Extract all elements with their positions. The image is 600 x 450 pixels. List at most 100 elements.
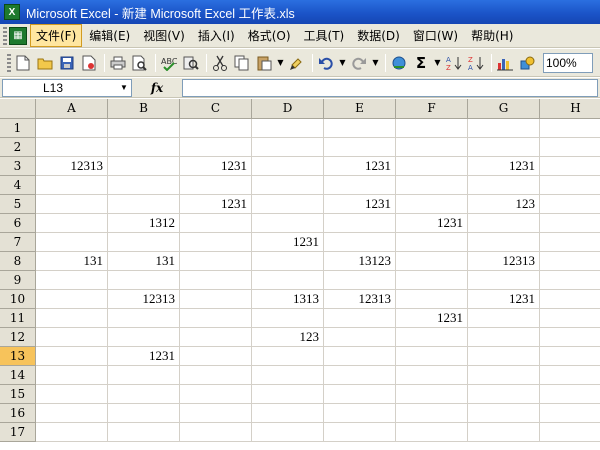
cell-B6[interactable]: 1312 xyxy=(108,214,180,233)
cell-D15[interactable] xyxy=(252,385,324,404)
cell-B8[interactable]: 131 xyxy=(108,252,180,271)
cell-E2[interactable] xyxy=(324,138,396,157)
menu-grip-handle[interactable] xyxy=(3,26,7,45)
cell-A3[interactable]: 12313 xyxy=(36,157,108,176)
cell-G6[interactable] xyxy=(468,214,540,233)
new-document-icon[interactable] xyxy=(13,53,33,73)
cell-D4[interactable] xyxy=(252,176,324,195)
cell-A6[interactable] xyxy=(36,214,108,233)
cell-G13[interactable] xyxy=(468,347,540,366)
cell-D1[interactable] xyxy=(252,119,324,138)
column-header[interactable]: H xyxy=(540,99,600,119)
cell-G10[interactable]: 1231 xyxy=(468,290,540,309)
cell-F12[interactable] xyxy=(396,328,468,347)
cell-F1[interactable] xyxy=(396,119,468,138)
cell-H7[interactable] xyxy=(540,233,600,252)
menu-item[interactable]: 格式(O) xyxy=(242,24,297,47)
cell-C12[interactable] xyxy=(180,328,252,347)
row-header[interactable]: 14 xyxy=(0,366,36,385)
cell-D5[interactable] xyxy=(252,195,324,214)
cell-E11[interactable] xyxy=(324,309,396,328)
cell-D10[interactable]: 1313 xyxy=(252,290,324,309)
row-header[interactable]: 9 xyxy=(0,271,36,290)
cell-B10[interactable]: 12313 xyxy=(108,290,180,309)
row-header[interactable]: 7 xyxy=(0,233,36,252)
column-header[interactable]: D xyxy=(252,99,324,119)
zoom-select[interactable]: 100% xyxy=(543,52,593,73)
cell-H8[interactable] xyxy=(540,252,600,271)
cell-E13[interactable] xyxy=(324,347,396,366)
cell-F8[interactable] xyxy=(396,252,468,271)
insert-function-icon[interactable]: fx xyxy=(132,81,182,95)
cell-A7[interactable] xyxy=(36,233,108,252)
cell-F11[interactable]: 1231 xyxy=(396,309,468,328)
cell-F4[interactable] xyxy=(396,176,468,195)
menu-item[interactable]: 文件(F) xyxy=(30,24,83,47)
save-icon[interactable] xyxy=(57,53,77,73)
cell-C17[interactable] xyxy=(180,423,252,442)
cell-H9[interactable] xyxy=(540,271,600,290)
menu-item[interactable]: 窗口(W) xyxy=(407,24,464,47)
cell-C1[interactable] xyxy=(180,119,252,138)
paste-icon[interactable] xyxy=(254,53,274,73)
cell-A8[interactable]: 131 xyxy=(36,252,108,271)
cell-A16[interactable] xyxy=(36,404,108,423)
cell-D2[interactable] xyxy=(252,138,324,157)
cell-E1[interactable] xyxy=(324,119,396,138)
cell-B3[interactable] xyxy=(108,157,180,176)
cell-G9[interactable] xyxy=(468,271,540,290)
cell-F15[interactable] xyxy=(396,385,468,404)
row-header[interactable]: 17 xyxy=(0,423,36,442)
cell-F2[interactable] xyxy=(396,138,468,157)
cell-G17[interactable] xyxy=(468,423,540,442)
cell-C10[interactable] xyxy=(180,290,252,309)
cell-A14[interactable] xyxy=(36,366,108,385)
spelling-icon[interactable]: ABC xyxy=(159,53,179,73)
cell-D3[interactable] xyxy=(252,157,324,176)
cell-F6[interactable]: 1231 xyxy=(396,214,468,233)
cell-F9[interactable] xyxy=(396,271,468,290)
row-header[interactable]: 5 xyxy=(0,195,36,214)
permission-icon[interactable] xyxy=(79,53,99,73)
cell-E4[interactable] xyxy=(324,176,396,195)
cell-H2[interactable] xyxy=(540,138,600,157)
workbook-icon[interactable]: ▦ xyxy=(9,26,27,45)
toolbar-grip-handle[interactable] xyxy=(7,53,11,72)
cell-C6[interactable] xyxy=(180,214,252,233)
cell-C2[interactable] xyxy=(180,138,252,157)
row-header[interactable]: 3 xyxy=(0,157,36,176)
cell-C7[interactable] xyxy=(180,233,252,252)
menu-item[interactable]: 编辑(E) xyxy=(83,24,136,47)
cell-A15[interactable] xyxy=(36,385,108,404)
redo-dropdown-arrow-icon[interactable]: ▼ xyxy=(371,53,380,73)
cell-A5[interactable] xyxy=(36,195,108,214)
cell-C14[interactable] xyxy=(180,366,252,385)
cell-B4[interactable] xyxy=(108,176,180,195)
cell-A1[interactable] xyxy=(36,119,108,138)
cell-C16[interactable] xyxy=(180,404,252,423)
copy-icon[interactable] xyxy=(232,53,252,73)
row-header[interactable]: 11 xyxy=(0,309,36,328)
cell-G12[interactable] xyxy=(468,328,540,347)
cell-D17[interactable] xyxy=(252,423,324,442)
print-preview-icon[interactable] xyxy=(130,53,150,73)
row-header[interactable]: 1 xyxy=(0,119,36,138)
cell-E12[interactable] xyxy=(324,328,396,347)
cell-C5[interactable]: 1231 xyxy=(180,195,252,214)
column-header[interactable]: G xyxy=(468,99,540,119)
row-header[interactable]: 16 xyxy=(0,404,36,423)
cell-B17[interactable] xyxy=(108,423,180,442)
cell-F17[interactable] xyxy=(396,423,468,442)
cell-G8[interactable]: 12313 xyxy=(468,252,540,271)
cell-F7[interactable] xyxy=(396,233,468,252)
open-folder-icon[interactable] xyxy=(35,53,55,73)
cell-C9[interactable] xyxy=(180,271,252,290)
row-header[interactable]: 8 xyxy=(0,252,36,271)
row-header[interactable]: 15 xyxy=(0,385,36,404)
cell-F3[interactable] xyxy=(396,157,468,176)
cell-G15[interactable] xyxy=(468,385,540,404)
cell-C11[interactable] xyxy=(180,309,252,328)
cell-C4[interactable] xyxy=(180,176,252,195)
cell-A13[interactable] xyxy=(36,347,108,366)
cell-B16[interactable] xyxy=(108,404,180,423)
